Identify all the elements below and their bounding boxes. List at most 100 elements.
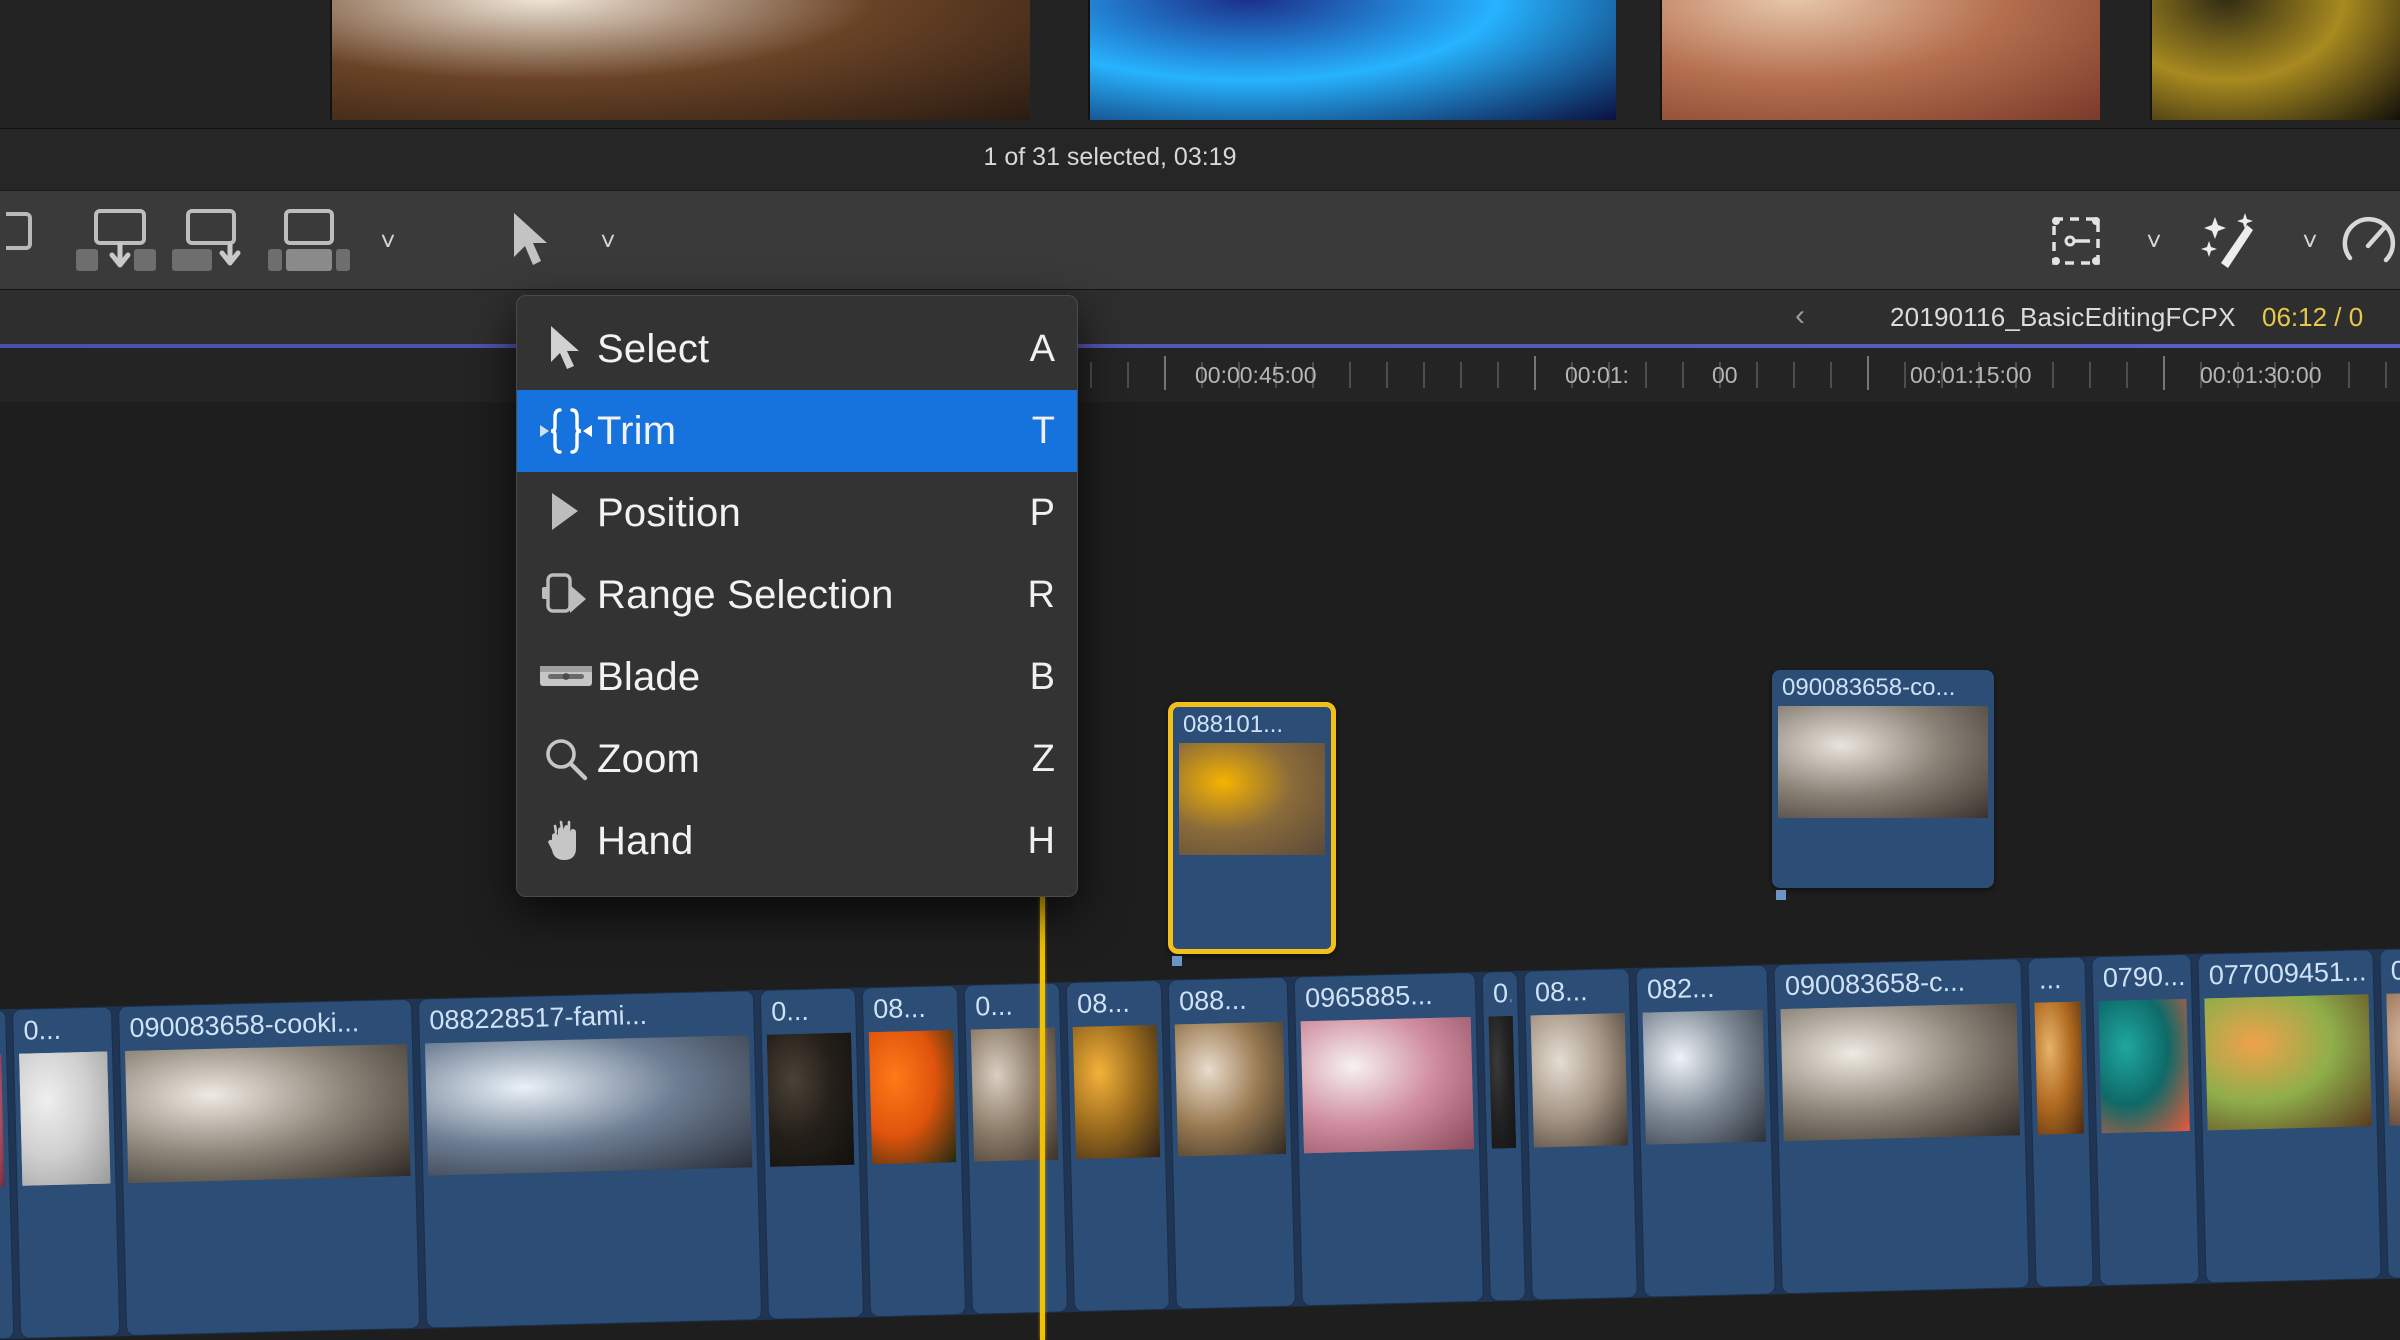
browser-thumb-hand-meat[interactable] <box>1660 0 2100 120</box>
thumbnail-image <box>332 0 1030 120</box>
tools-menu-item-range-selection[interactable]: Range Selection R <box>517 554 1077 636</box>
clip-thumbnail <box>1488 1015 1516 1149</box>
blade-icon <box>535 648 597 706</box>
storyline-clip[interactable]: 0... <box>963 982 1069 1315</box>
overwrite-icon <box>268 209 350 271</box>
timeline-header: ‹ 20190116_BasicEditingFCPX 06:12 / 0 <box>0 290 2400 344</box>
selection-status-text: 1 of 31 selected, 03:19 <box>983 143 1237 171</box>
connected-clip[interactable]: 090083658-co... <box>1772 670 1994 888</box>
clip-thumbnail <box>766 1032 855 1167</box>
clip-thumbnail <box>1530 1013 1628 1148</box>
tools-menu-item-trim[interactable]: Trim T <box>517 390 1077 472</box>
connection-point-marker <box>1172 956 1182 966</box>
tools-menu-item-blade[interactable]: Blade B <box>517 636 1077 718</box>
project-title: 20190116_BasicEditingFCPX <box>1890 302 2236 332</box>
tools-menu-item-label: Range Selection <box>597 572 894 617</box>
clip-name-label: 0790... <box>2102 960 2186 994</box>
ruler-tick-minor <box>2052 362 2054 388</box>
storyline-clip[interactable]: 088... <box>1167 976 1296 1310</box>
browser-filmstrip[interactable] <box>0 0 2400 128</box>
browser-thumb-gas-flame[interactable] <box>1088 0 1616 120</box>
clip-name-label: 082... <box>1646 972 1715 1005</box>
magnifier-icon <box>535 730 597 788</box>
retime-button[interactable] <box>2340 191 2400 291</box>
storyline-clip[interactable]: ... <box>2027 956 2094 1288</box>
tools-menu-item-hand[interactable]: Hand H <box>517 800 1077 882</box>
storyline-clip[interactable]: 082... <box>1635 964 1776 1298</box>
connect-to-primary-storyline-button[interactable] <box>0 191 70 291</box>
timeline-back-button[interactable]: ‹ <box>1795 299 1805 333</box>
storyline-clip[interactable]: 0... <box>0 1009 15 1340</box>
ruler-tick-minor <box>1386 362 1388 388</box>
tools-menu-item-select[interactable]: Select A <box>517 308 1077 390</box>
ruler-tick-minor <box>1793 362 1795 388</box>
enhancements-button[interactable] <box>2184 191 2280 291</box>
clip-thumbnail <box>1174 1021 1287 1157</box>
ruler-tick-minor <box>2089 362 2091 388</box>
connected-clip-selected[interactable]: 088101... <box>1168 702 1336 954</box>
tools-menu-item-shortcut: B <box>1029 655 1055 698</box>
storyline-clip[interactable]: 0790... <box>2091 953 2200 1287</box>
storyline-clip[interactable]: 090083658-c... <box>1773 958 2030 1295</box>
ruler-tick-minor <box>2385 362 2387 388</box>
retime-gauge-icon <box>2342 216 2396 263</box>
tools-menu-item-label: Zoom <box>597 736 701 781</box>
tools-menu-item-position[interactable]: Position P <box>517 472 1077 554</box>
storyline-clip[interactable]: 0... <box>1481 970 1526 1302</box>
browser-thumb-dark-pan[interactable] <box>2150 0 2400 120</box>
ruler-tick-minor <box>2348 362 2350 388</box>
overwrite-clip-button[interactable] <box>262 191 358 291</box>
selection-status-bar: 1 of 31 selected, 03:19 <box>0 128 2400 190</box>
tools-menu-item-label: Select <box>597 326 710 371</box>
tools-dropdown-menu[interactable]: Select A Trim T Position P Range Selection R Bla… <box>516 295 1078 897</box>
clip-thumbnail <box>1780 1003 2020 1142</box>
storyline-clip[interactable]: 0965885... <box>1293 971 1484 1307</box>
storyline-clip[interactable]: 088228517-fami... <box>417 990 763 1329</box>
clip-name-label: 0... <box>770 995 810 1027</box>
enhancements-dropdown-chevron[interactable]: ˅ <box>2280 191 2340 291</box>
insert-clip-button[interactable] <box>70 191 166 291</box>
clip-name-label: 090083658-co... <box>1782 674 1956 701</box>
storyline-clip[interactable]: 0... <box>759 987 865 1320</box>
ruler-tick-minor <box>1423 362 1425 388</box>
storyline-clip[interactable]: 08... <box>1523 967 1638 1301</box>
tools-menu-item-shortcut: A <box>1029 327 1055 370</box>
clip-name-label: 088101... <box>1183 711 1284 738</box>
timeline-canvas[interactable]: 088101... 090083658-co... 0... 0... 0900836… <box>0 402 2400 1340</box>
trim-icon <box>535 402 597 460</box>
ruler-label-1: 00:01: <box>1565 362 1629 388</box>
timecode-display: 06:12 / 0 <box>2262 302 2364 332</box>
storyline-clip[interactable]: 0760... <box>2379 945 2400 1279</box>
ruler-tick-major <box>1534 356 1536 390</box>
storyline-clip[interactable]: 08... <box>861 984 967 1318</box>
append-to-storyline-button[interactable] <box>166 191 262 291</box>
tool-selector-button[interactable] <box>482 191 578 291</box>
connect-icon <box>6 212 32 250</box>
clip-name-label: 090083658-cooki... <box>129 1007 360 1043</box>
clip-name-label: 0... <box>1492 978 1512 1009</box>
range-selection-icon <box>535 566 597 624</box>
crop-dropdown-chevron[interactable]: ˅ <box>2124 191 2184 291</box>
clip-name-label: 08... <box>872 992 927 1025</box>
chevron-down-icon: ˅ <box>600 226 616 256</box>
ruler-tick-minor <box>1497 362 1499 388</box>
clip-thumbnail <box>1300 1017 1474 1154</box>
ruler-tick-minor <box>1682 362 1684 388</box>
overwrite-dropdown-chevron[interactable]: ˅ <box>358 191 418 291</box>
storyline-clip[interactable]: 077009451... <box>2197 949 2382 1284</box>
position-arrow-icon <box>535 484 597 542</box>
tools-menu-item-zoom[interactable]: Zoom Z <box>517 718 1077 800</box>
primary-storyline[interactable]: 0... 0... 090083658-cooki... 088228517-fami… <box>0 945 2400 1340</box>
timeline-ruler[interactable]: 00:00:45:00 00:01: 00 00:01:15:00 00:01:30:0… <box>0 348 2400 402</box>
clip-name-label: ... <box>2038 964 2062 995</box>
storyline-clip[interactable]: 08... <box>1065 979 1170 1313</box>
transform-crop-button[interactable] <box>2028 191 2124 291</box>
storyline-clip[interactable]: 090083658-cooki... <box>117 998 421 1337</box>
storyline-clip[interactable]: 0... <box>11 1006 121 1339</box>
chevron-down-icon: ˅ <box>2302 226 2318 256</box>
tool-selector-chevron[interactable]: ˅ <box>578 191 638 291</box>
ruler-tick-minor <box>1349 362 1351 388</box>
ruler-label-2: 00 <box>1712 362 1738 388</box>
browser-thumb-seared-fish[interactable] <box>330 0 1030 120</box>
append-icon <box>172 209 241 271</box>
